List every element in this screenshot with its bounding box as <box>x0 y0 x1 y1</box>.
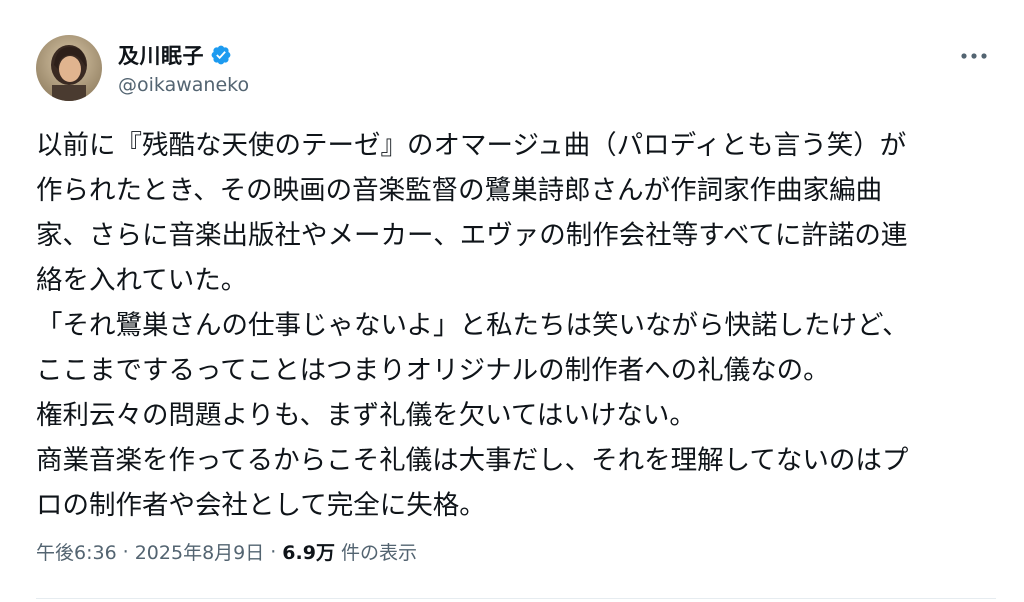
tweet-text-line: ロの制作者や会社として完全に失格。 <box>36 490 486 521</box>
tweet-text: 以前に『残酷な天使のテーゼ』のオマージュ曲（パロディとも言う笑）が 作られたとき… <box>36 123 996 528</box>
meta-separator: · <box>122 540 129 563</box>
views-count[interactable]: 6.9万 <box>282 538 335 565</box>
author-identity: 及川眠子 @oikawaneko <box>118 40 249 96</box>
tweet-card: 及川眠子 @oikawaneko 以前に『残酷な天使のテーゼ』のオマージュ曲（パ… <box>0 0 1024 602</box>
avatar-image <box>36 35 102 101</box>
more-options-icon <box>961 53 987 59</box>
post-time[interactable]: 午後6:36 <box>36 538 117 565</box>
post-date[interactable]: 2025年8月9日 <box>135 538 265 565</box>
tweet-text-line: 権利云々の問題よりも、まず礼儀を欠いてはいけない。 <box>36 400 696 431</box>
tweet-meta: 午後6:36 · 2025年8月9日 · 6.9万 件の表示 <box>36 538 417 565</box>
tweet-text-line: 「それ鷺巣さんの仕事じゃないよ」と私たちは笑いながら快諾したけど、 <box>36 310 909 341</box>
tweet-text-line: 絡を入れていた。 <box>36 265 248 296</box>
tweet-text-line: 家、さらに音楽出版社やメーカー、エヴァの制作会社等すべてに許諾の連 <box>36 220 908 251</box>
meta-separator: · <box>270 540 277 563</box>
display-name[interactable]: 及川眠子 <box>118 40 204 70</box>
tweet-header: 及川眠子 @oikawaneko <box>36 32 1004 104</box>
views-label[interactable]: 件の表示 <box>341 538 417 565</box>
avatar[interactable] <box>36 35 102 101</box>
more-options-button[interactable] <box>956 38 992 74</box>
author-handle[interactable]: @oikawaneko <box>118 74 249 96</box>
verified-badge-icon[interactable] <box>210 44 232 66</box>
tweet-text-line: 作られたとき、その映画の音楽監督の鷺巣詩郎さんが作詞家作曲家編曲 <box>36 175 883 206</box>
tweet-text-line: 商業音楽を作ってるからこそ礼儀は大事だし、それを理解してないのはプ <box>36 445 909 476</box>
divider <box>36 598 996 599</box>
tweet-text-line: ここまでするってことはつまりオリジナルの制作者への礼儀なの。 <box>36 355 830 386</box>
tweet-text-line: 以前に『残酷な天使のテーゼ』のオマージュ曲（パロディとも言う笑）が <box>36 130 907 161</box>
name-row: 及川眠子 <box>118 40 249 70</box>
